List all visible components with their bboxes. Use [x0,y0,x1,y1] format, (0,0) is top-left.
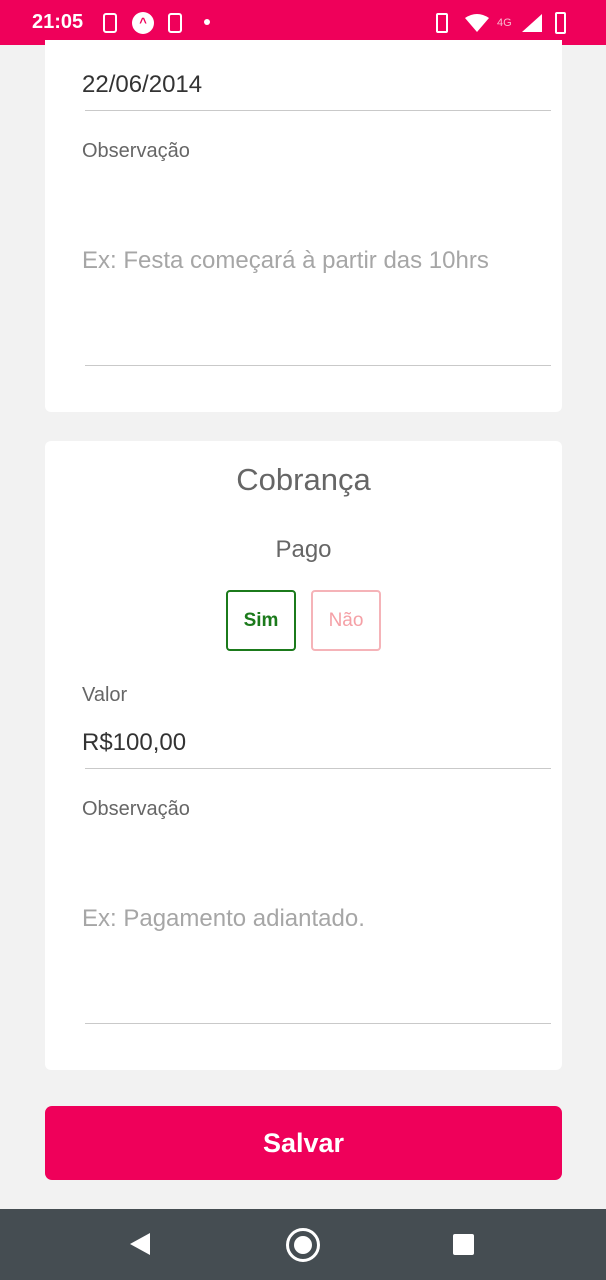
home-icon[interactable] [286,1228,320,1262]
vibrate-icon [436,12,448,34]
date-field[interactable]: 22/06/2014 [82,71,202,99]
billing-observation-input[interactable]: Ex: Pagamento adiantado. [82,905,365,933]
value-input[interactable]: R$100,00 [82,729,186,757]
phone-notification-icon [168,12,182,34]
back-icon[interactable] [130,1233,150,1255]
phone-notification-icon [103,12,117,34]
billing-observation-label: Observação [82,798,190,820]
billing-title: Cobrança [236,462,371,497]
dot-icon [204,19,210,25]
wifi-icon [464,12,490,34]
date-field-underline [85,110,551,111]
paid-yes-button[interactable]: Sim [226,590,296,651]
network-type: 4G [497,17,512,29]
status-bar: 21:05 ^ 4G [0,0,606,45]
recent-apps-icon[interactable] [453,1234,474,1255]
status-time: 21:05 [32,11,84,33]
save-button[interactable]: Salvar [45,1106,562,1180]
value-label: Valor [82,684,128,706]
signal-icon [521,12,543,34]
app-notification-icon: ^ [132,12,154,34]
observation-underline [85,365,551,366]
event-card: 22/06/2014 Observação Ex: Festa começará… [45,40,562,412]
navigation-bar [0,1209,606,1280]
billing-observation-underline [85,1023,551,1024]
value-underline [85,768,551,769]
event-observation-input[interactable]: Ex: Festa começará à partir das 10hrs [82,247,489,275]
paid-no-button[interactable]: Não [311,590,381,651]
billing-card: Cobrança Pago Sim Não Valor R$100,00 Obs… [45,441,562,1070]
paid-label: Pago [275,536,332,563]
battery-icon [555,12,566,34]
observation-label: Observação [82,140,190,162]
